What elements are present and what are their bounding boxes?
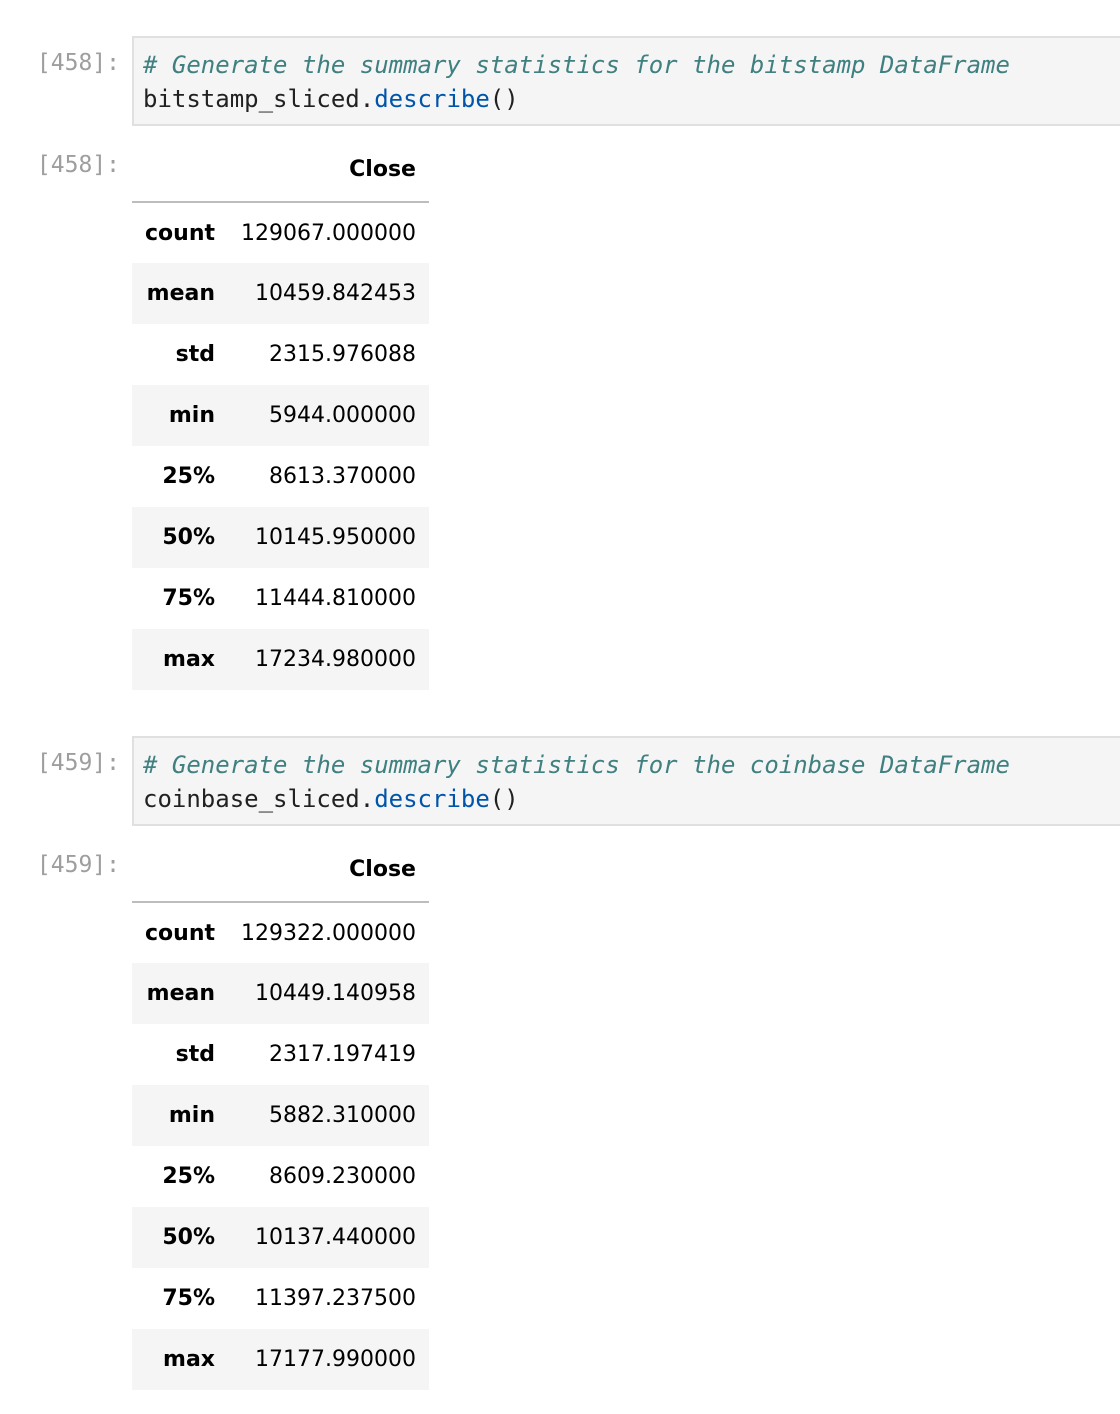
dataframe-table: Close count 129322.000000 mean 10449.14095… <box>132 838 429 1390</box>
row-label: 75% <box>162 1286 215 1311</box>
row-value: 5944.000000 <box>269 403 416 428</box>
code-parens: () <box>489 85 519 113</box>
table-row: std 2317.197419 <box>132 1024 429 1085</box>
row-label: std <box>175 1042 215 1067</box>
input-prompt: [458]: <box>36 50 120 76</box>
table-row: std 2315.976088 <box>132 324 429 385</box>
code-method: describe <box>374 85 490 113</box>
code-comment: # Generate the summary statistics for th… <box>143 51 1010 79</box>
row-label: std <box>175 342 215 367</box>
table-row: min 5944.000000 <box>132 385 429 446</box>
code-object: bitstamp_sliced <box>143 85 360 113</box>
row-label: 50% <box>162 1225 215 1250</box>
row-label: 75% <box>162 586 215 611</box>
table-row: mean 10449.140958 <box>132 963 429 1024</box>
column-header-close: Close <box>228 138 429 203</box>
table-row: min 5882.310000 <box>132 1085 429 1146</box>
row-value: 8609.230000 <box>269 1164 416 1189</box>
input-prompt: [459]: <box>36 750 120 776</box>
table-row: 50% 10137.440000 <box>132 1207 429 1268</box>
row-label: 50% <box>162 525 215 550</box>
table-row: 75% 11397.237500 <box>132 1268 429 1329</box>
code-editor[interactable]: # Generate the summary statistics for th… <box>132 36 1120 126</box>
row-value: 129067.000000 <box>241 220 416 246</box>
code-object: coinbase_sliced <box>143 785 360 813</box>
row-value: 11444.810000 <box>255 586 416 611</box>
table-row: 25% 8613.370000 <box>132 446 429 507</box>
output-prompt: [458]: <box>36 152 120 178</box>
row-value: 10145.950000 <box>255 525 416 550</box>
code-comment: # Generate the summary statistics for th… <box>143 751 1010 779</box>
table-row: count 129322.000000 <box>132 902 429 963</box>
row-value: 17177.990000 <box>255 1347 416 1372</box>
index-header <box>132 138 228 203</box>
row-value: 8613.370000 <box>269 464 416 489</box>
output-prompt: [459]: <box>36 852 120 878</box>
row-label: mean <box>146 281 215 306</box>
table-row: 50% 10145.950000 <box>132 507 429 568</box>
row-value: 11397.237500 <box>255 1286 416 1311</box>
index-header <box>132 838 228 903</box>
row-value: 10449.140958 <box>255 981 416 1006</box>
code-editor[interactable]: # Generate the summary statistics for th… <box>132 736 1120 826</box>
table-row: count 129067.000000 <box>132 202 429 263</box>
table-row: mean 10459.842453 <box>132 263 429 324</box>
code-dot: . <box>359 85 375 113</box>
row-label: min <box>168 403 215 428</box>
table-row: 75% 11444.810000 <box>132 568 429 629</box>
row-label: max <box>163 1347 215 1372</box>
row-value: 17234.980000 <box>255 647 416 672</box>
code-dot: . <box>359 785 375 813</box>
table-row: max 17234.980000 <box>132 629 429 690</box>
column-header-close: Close <box>228 838 429 903</box>
table-row: 25% 8609.230000 <box>132 1146 429 1207</box>
row-label: max <box>163 647 215 672</box>
table-header-row: Close <box>132 838 429 903</box>
row-label: 25% <box>162 1164 215 1189</box>
table-row: max 17177.990000 <box>132 1329 429 1390</box>
row-label: min <box>168 1103 215 1128</box>
table-header-row: Close <box>132 138 429 203</box>
row-value: 129322.000000 <box>241 920 416 946</box>
row-label: mean <box>146 981 215 1006</box>
code-parens: () <box>489 785 519 813</box>
row-label: count <box>145 220 215 246</box>
code-method: describe <box>374 785 490 813</box>
row-value: 10137.440000 <box>255 1225 416 1250</box>
row-value: 10459.842453 <box>255 281 416 306</box>
row-value: 2315.976088 <box>269 342 416 367</box>
dataframe-table: Close count 129067.000000 mean 10459.84245… <box>132 138 429 690</box>
row-label: 25% <box>162 464 215 489</box>
row-value: 5882.310000 <box>269 1103 416 1128</box>
row-value: 2317.197419 <box>269 1042 416 1067</box>
row-label: count <box>145 920 215 946</box>
